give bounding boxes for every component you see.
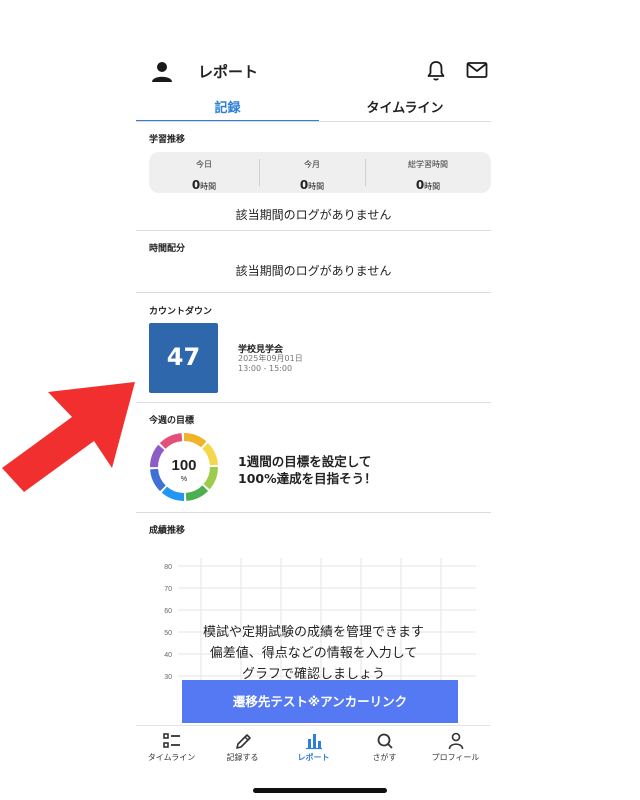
countdown-section-label: カウントダウン	[149, 307, 213, 317]
countdown-days-box[interactable]: 47	[149, 323, 218, 393]
summary-total-unit: 時間	[424, 182, 441, 191]
nav-report-label: レポート	[297, 753, 330, 762]
nav-search[interactable]: さがす	[349, 732, 420, 763]
goal-progress-ring[interactable]: 100 %	[149, 432, 219, 502]
y-tick-label: 70	[164, 586, 172, 593]
study-summary-card: 今日 0時間 今月 0時間 総学習時間 0時間	[149, 152, 491, 193]
grades-message: 模試や定期試験の成績を管理できます 偏差値、得点などの情報を入力して グラフで確…	[136, 622, 491, 685]
bar-chart-icon	[305, 734, 322, 750]
y-tick-label: 80	[164, 564, 172, 571]
divider	[136, 121, 491, 122]
countdown-days: 47	[166, 343, 201, 371]
summary-total-value: 0	[415, 178, 425, 192]
nav-record[interactable]: 記録する	[207, 732, 278, 763]
home-indicator	[253, 788, 387, 793]
summary-today: 今日 0時間	[149, 152, 259, 193]
study-section-label: 学習推移	[149, 135, 186, 145]
timeline-icon	[162, 733, 180, 748]
event-time: 13:00 - 15:00	[238, 364, 293, 373]
study-empty-message: 該当期間のログがありません	[235, 208, 392, 222]
profile-icon	[448, 732, 463, 750]
tab-bar: 記録 タイムライン	[136, 92, 491, 122]
divider	[136, 292, 491, 293]
red-arrow-icon	[2, 382, 135, 492]
nav-timeline-label: タイムライン	[147, 753, 196, 762]
goal-percent: 100	[171, 457, 196, 474]
goal-percent-unit: %	[181, 476, 187, 483]
summary-month-label: 今月	[304, 160, 320, 169]
bell-icon[interactable]	[426, 60, 446, 82]
header: レポート	[136, 52, 491, 90]
summary-month-value: 0	[299, 178, 309, 192]
page-title: レポート	[198, 63, 259, 81]
goal-section-label: 今週の目標	[149, 416, 195, 426]
bottom-nav: タイムライン 記録する レポート さがす プロフィール	[136, 725, 491, 770]
goal-message-line1: 1週間の目標を設定して	[238, 454, 372, 469]
y-tick-label: 60	[164, 608, 172, 615]
user-avatar-icon[interactable]	[150, 60, 174, 84]
tab-records[interactable]: 記録	[136, 92, 319, 122]
search-icon	[377, 733, 393, 749]
nav-timeline[interactable]: タイムライン	[136, 732, 207, 763]
divider	[136, 402, 491, 403]
summary-month: 今月 0時間	[259, 152, 365, 193]
tab-timeline[interactable]: タイムライン	[319, 92, 491, 122]
pencil-icon	[235, 734, 251, 749]
nav-record-label: 記録する	[226, 753, 259, 762]
summary-total-label: 総学習時間	[408, 160, 448, 169]
goal-message: 1週間の目標を設定して 100%達成を目指そう！	[238, 453, 377, 487]
report-screen: レポート 記録 タイムライン 学習推移 今日 0時間 今月 0時間 総学習時間 …	[136, 0, 491, 800]
summary-total: 総学習時間 0時間	[365, 152, 491, 193]
summary-today-label: 今日	[196, 160, 212, 169]
summary-today-value: 0	[191, 178, 201, 192]
goal-message-line2: 100%達成を目指そう！	[238, 471, 377, 486]
anchor-link-button[interactable]: 遷移先テスト※アンカーリンク	[182, 680, 458, 723]
nav-report[interactable]: レポート	[278, 732, 349, 763]
grades-section-label: 成績推移	[149, 526, 186, 536]
divider	[136, 230, 491, 231]
summary-month-unit: 時間	[308, 182, 325, 191]
allocation-empty-message: 該当期間のログがありません	[235, 264, 392, 278]
nav-profile[interactable]: プロフィール	[420, 732, 491, 763]
mail-icon[interactable]	[466, 61, 488, 79]
allocation-section-label: 時間配分	[149, 244, 186, 254]
summary-today-unit: 時間	[200, 182, 217, 191]
nav-profile-label: プロフィール	[431, 753, 480, 762]
nav-search-label: さがす	[372, 753, 397, 762]
grades-message-line1: 模試や定期試験の成績を管理できます	[202, 625, 424, 640]
event-date: 2025年09月01日	[238, 354, 303, 363]
divider	[136, 512, 491, 513]
grades-message-line2: 偏差値、得点などの情報を入力して	[209, 646, 418, 661]
